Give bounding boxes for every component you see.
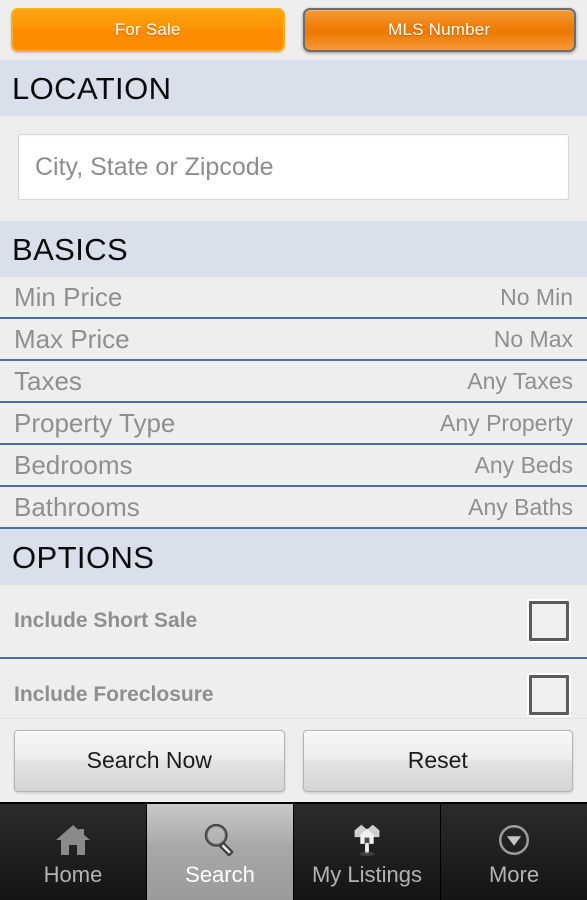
- tab-for-sale-label: For Sale: [114, 20, 181, 39]
- tab-mls-number-label: MLS Number: [388, 20, 491, 39]
- search-now-button[interactable]: Search Now: [14, 729, 285, 792]
- house-icon: [51, 819, 95, 861]
- row-value: No Max: [493, 325, 573, 352]
- section-header-location: LOCATION: [0, 60, 587, 116]
- section-header-basics-label: BASICS: [12, 231, 129, 267]
- form-scroll-area[interactable]: LOCATION BASICS Min Price No Min Max Pri…: [0, 60, 587, 718]
- action-bar: Search Now Reset: [0, 718, 587, 802]
- row-label: Taxes: [14, 366, 82, 396]
- row-label: Include Short Sale: [14, 609, 198, 632]
- row-label: Bedrooms: [14, 450, 133, 480]
- row-taxes[interactable]: Taxes Any Taxes: [0, 361, 587, 403]
- options-rows: Include Short Sale Include Foreclosure: [0, 585, 587, 718]
- section-header-options: OPTIONS: [0, 529, 587, 585]
- tab-more-label: More: [488, 861, 540, 887]
- reset-button[interactable]: Reset: [302, 729, 573, 792]
- tab-mls-number[interactable]: MLS Number: [302, 8, 576, 52]
- row-value: Any Baths: [468, 493, 573, 520]
- basics-rows: Min Price No Min Max Price No Max Taxes …: [0, 277, 587, 529]
- search-screen: For Sale MLS Number LOCATION BASICS Min …: [0, 0, 587, 900]
- tab-my-listings[interactable]: My Listings: [294, 804, 441, 900]
- houses-cluster-icon: [345, 819, 389, 861]
- row-min-price[interactable]: Min Price No Min: [0, 277, 587, 319]
- row-label: Min Price: [14, 282, 123, 312]
- checkbox-include-foreclosure[interactable]: [529, 675, 569, 715]
- row-label: Include Foreclosure: [14, 683, 214, 706]
- tab-more[interactable]: More: [441, 804, 587, 900]
- location-field-wrap: [0, 116, 587, 221]
- row-value: Any Taxes: [467, 367, 573, 394]
- tab-search[interactable]: Search: [147, 804, 294, 900]
- section-header-location-label: LOCATION: [12, 70, 172, 106]
- row-label: Property Type: [14, 408, 176, 438]
- reset-label: Reset: [407, 747, 468, 773]
- row-label: Max Price: [14, 324, 130, 354]
- circle-chevron-down-icon: [492, 819, 536, 861]
- search-now-label: Search Now: [86, 747, 212, 773]
- row-bedrooms[interactable]: Bedrooms Any Beds: [0, 445, 587, 487]
- mode-toolbar: For Sale MLS Number: [0, 0, 587, 60]
- row-value: Any Beds: [474, 451, 573, 478]
- row-bathrooms[interactable]: Bathrooms Any Baths: [0, 487, 587, 529]
- tab-home-label: Home: [43, 861, 103, 887]
- location-search-input[interactable]: [18, 134, 569, 200]
- section-header-basics: BASICS: [0, 221, 587, 277]
- section-header-options-label: OPTIONS: [12, 539, 155, 575]
- row-max-price[interactable]: Max Price No Max: [0, 319, 587, 361]
- row-include-foreclosure[interactable]: Include Foreclosure: [0, 659, 587, 718]
- bottom-tab-bar: Home Search My Listings More: [0, 802, 587, 900]
- tab-for-sale[interactable]: For Sale: [11, 8, 285, 52]
- tab-home[interactable]: Home: [0, 804, 147, 900]
- row-label: Bathrooms: [14, 492, 140, 522]
- checkbox-include-short-sale[interactable]: [529, 601, 569, 641]
- magnifier-icon: [198, 819, 242, 861]
- tab-my-listings-label: My Listings: [311, 861, 423, 887]
- row-property-type[interactable]: Property Type Any Property: [0, 403, 587, 445]
- row-value: Any Property: [440, 409, 573, 436]
- row-include-short-sale[interactable]: Include Short Sale: [0, 585, 587, 659]
- row-value: No Min: [500, 283, 573, 310]
- tab-search-label: Search: [185, 861, 255, 887]
